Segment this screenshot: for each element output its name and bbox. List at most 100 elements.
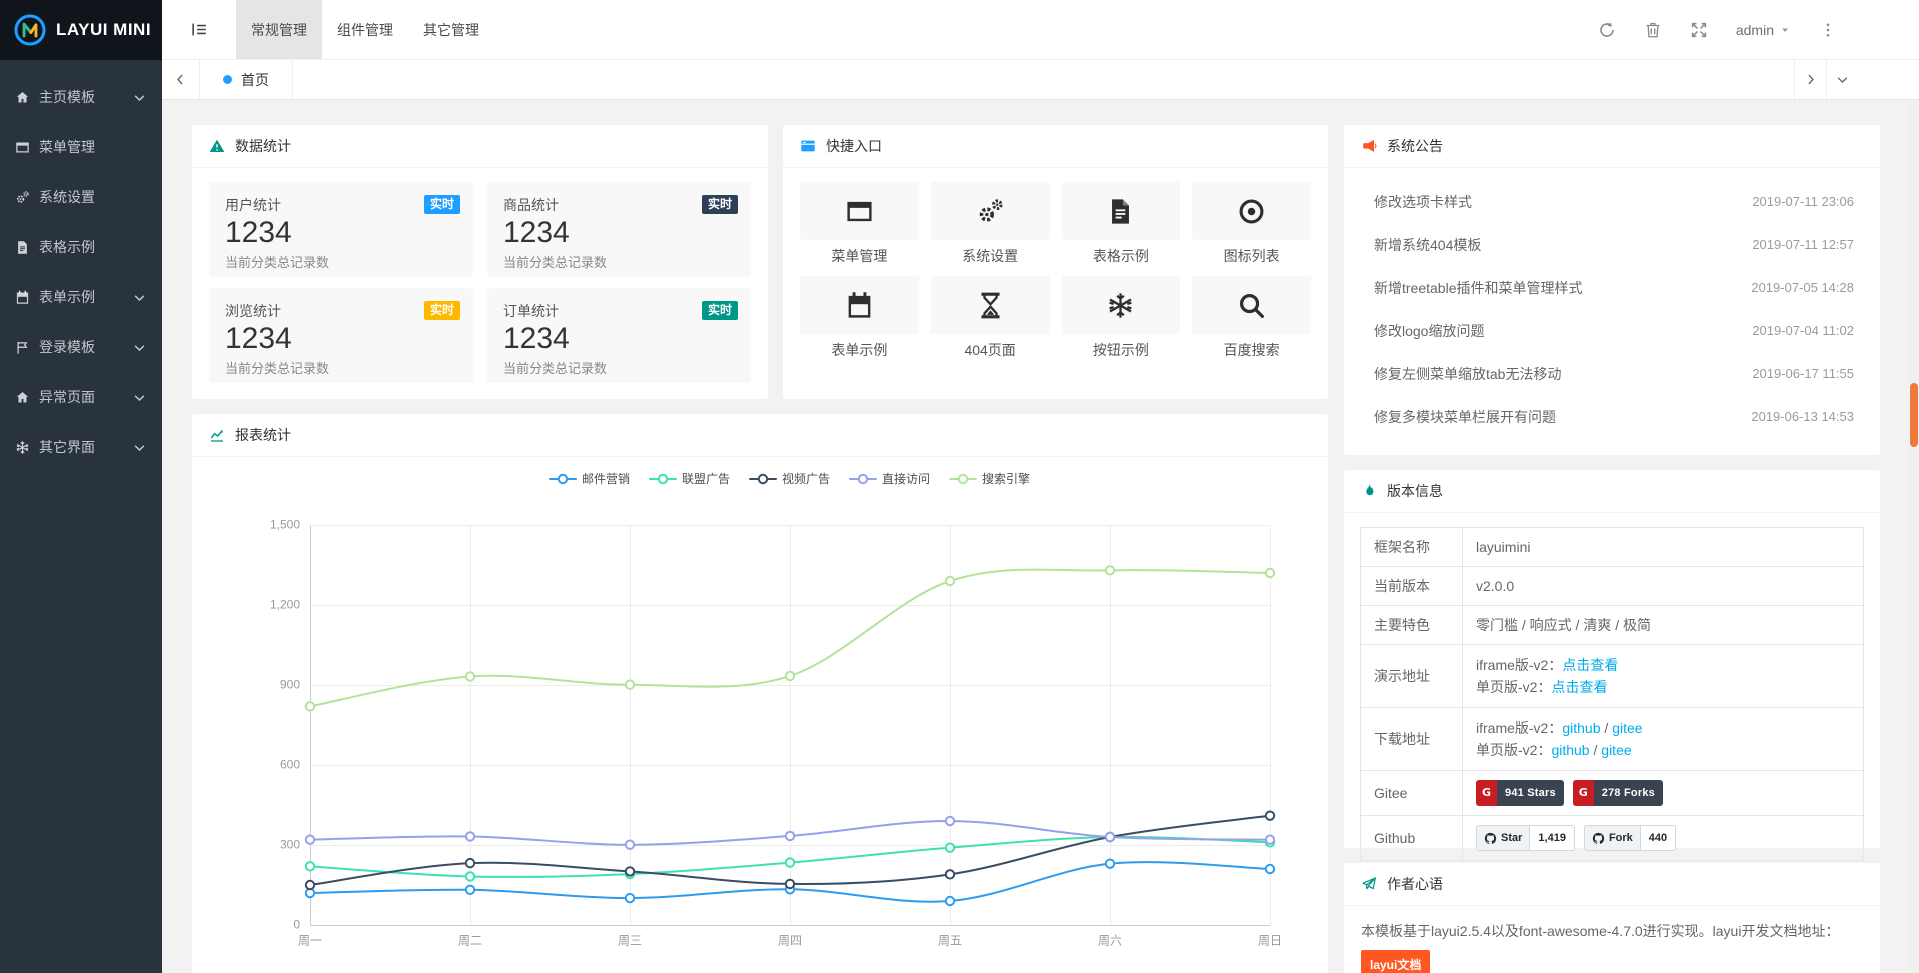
fullscreen-icon[interactable] <box>1690 21 1708 39</box>
quick-entry-menu-manage[interactable]: 菜单管理 <box>800 182 919 265</box>
sidebar-item-label: 表单示例 <box>39 287 95 307</box>
notice-item[interactable]: 修改logo缩放问题2019-07-04 11:02 <box>1374 309 1854 352</box>
version-row-value: layuimini <box>1463 528 1864 567</box>
logo[interactable]: LAYUI MINI <box>0 0 162 60</box>
data-statistics-card: 数据统计 用户统计1234当前分类总记录数实时商品统计1234当前分类总记录数实… <box>192 125 768 399</box>
version-row-value: v2.0.0 <box>1463 567 1864 606</box>
github-button-main: Star <box>1476 825 1530 851</box>
home-icon <box>15 90 30 105</box>
stat-box-users: 用户统计1234当前分类总记录数实时 <box>209 182 473 277</box>
tabs-scroll-left-button[interactable] <box>162 60 200 99</box>
quick-entry-form-demo[interactable]: 表单示例 <box>800 276 919 359</box>
author-words-header: 作者心语 <box>1344 863 1880 906</box>
version-link-github[interactable]: github <box>1562 720 1600 736</box>
notice-item[interactable]: 修改选项卡样式2019-07-11 23:06 <box>1374 180 1854 223</box>
sidebar-item-other-ui[interactable]: 其它界面 <box>0 422 162 472</box>
top-tab-general[interactable]: 常规管理 <box>236 0 322 59</box>
quick-entry-icon-box <box>1062 276 1181 334</box>
quick-entry-table-demo[interactable]: 表格示例 <box>1062 182 1181 265</box>
quick-entry-baidu-search[interactable]: 百度搜索 <box>1192 276 1311 359</box>
sidebar-item-form-demo[interactable]: 表单示例 <box>0 272 162 322</box>
quick-entry-icon-list[interactable]: 图标列表 <box>1192 182 1311 265</box>
layui-doc-badge[interactable]: layui文档 <box>1361 950 1430 973</box>
version-table: 框架名称layuimini当前版本v2.0.0主要特色零门槛 / 响应式 / 清… <box>1360 527 1864 861</box>
realtime-badge: 实时 <box>424 195 460 214</box>
quick-entry-page-404[interactable]: 404页面 <box>931 276 1050 359</box>
report-line-chart[interactable] <box>208 457 1312 972</box>
notice-item[interactable]: 新增系统404模板2019-07-11 12:57 <box>1374 223 1854 266</box>
chevron-down-icon <box>1835 72 1850 87</box>
stat-label: 用户统计 <box>225 195 457 215</box>
left-column: 数据统计 用户统计1234当前分类总记录数实时商品统计1234当前分类总记录数实… <box>192 125 1328 973</box>
notice-text: 修复左侧菜单缩放tab无法移动 <box>1374 364 1561 384</box>
right-column: 系统公告 修改选项卡样式2019-07-11 23:06新增系统404模板201… <box>1344 125 1880 973</box>
notice-time: 2019-07-04 11:02 <box>1752 323 1854 338</box>
version-row-label: 演示地址 <box>1361 645 1463 708</box>
version-row-gitee: GiteeG941 StarsG278 Forks <box>1361 771 1864 816</box>
version-link-gitee[interactable]: gitee <box>1612 720 1642 736</box>
tab-home[interactable]: 首页 <box>200 60 293 99</box>
gitee-badge-label: 278 Forks <box>1594 780 1663 806</box>
dot-circle-icon <box>1237 197 1266 226</box>
github-star-button[interactable]: Star1,419 <box>1476 825 1575 851</box>
quick-entry-title: 快捷入口 <box>826 136 882 156</box>
octocat-icon <box>1484 832 1497 845</box>
notice-item[interactable]: 修复多模块菜单栏展开有问题2019-06-13 14:53 <box>1374 395 1854 438</box>
notice-text: 新增系统404模板 <box>1374 235 1481 255</box>
version-row-current: 当前版本v2.0.0 <box>1361 567 1864 606</box>
version-row-label: Gitee <box>1361 771 1463 816</box>
top-tab-component[interactable]: 组件管理 <box>322 0 408 59</box>
report-chart-title: 报表统计 <box>235 425 291 445</box>
main-content: 数据统计 用户统计1234当前分类总记录数实时商品统计1234当前分类总记录数实… <box>162 100 1909 973</box>
quick-entry-label: 404页面 <box>931 342 1050 359</box>
notice-item[interactable]: 修复左侧菜单缩放tab无法移动 2019-06-17 11:55 <box>1374 352 1854 395</box>
report-chart-header: 报表统计 <box>192 414 1328 457</box>
stat-value: 1234 <box>225 322 457 356</box>
sidebar-item-error-page[interactable]: 异常页面 <box>0 372 162 422</box>
notice-item[interactable]: 新增treetable插件和菜单管理样式2019-07-05 14:28 <box>1374 266 1854 309</box>
username: admin <box>1736 22 1774 38</box>
sidebar-item-label: 登录模板 <box>39 337 95 357</box>
stat-label: 订单统计 <box>503 301 735 321</box>
clear-cache-icon[interactable] <box>1644 21 1662 39</box>
top-tab-other[interactable]: 其它管理 <box>408 0 494 59</box>
gitee-icon: G <box>1573 780 1594 806</box>
refresh-icon[interactable] <box>1598 21 1616 39</box>
sidebar-item-home-template[interactable]: 主页模板 <box>0 72 162 122</box>
realtime-badge: 实时 <box>702 195 738 214</box>
sidebar-item-menu-manage[interactable]: 菜单管理 <box>0 122 162 172</box>
stat-label: 商品统计 <box>503 195 735 215</box>
calendar-icon <box>845 291 874 320</box>
scrollbar-track[interactable] <box>1909 100 1919 973</box>
tabs-scroll-right-button[interactable] <box>1794 60 1826 99</box>
realtime-badge: 实时 <box>424 301 460 320</box>
menu-toggle-icon <box>190 20 209 39</box>
more-menu-icon[interactable] <box>1819 21 1837 39</box>
quick-entry-system-setting[interactable]: 系统设置 <box>931 182 1050 265</box>
version-link-github[interactable]: github <box>1551 742 1589 758</box>
gitee-badge-label: 941 Stars <box>1497 780 1564 806</box>
sidebar-item-login-template[interactable]: 登录模板 <box>0 322 162 372</box>
scrollbar-thumb[interactable] <box>1910 383 1918 447</box>
chevron-down-icon <box>132 390 147 405</box>
version-row-features: 主要特色零门槛 / 响应式 / 清爽 / 极简 <box>1361 606 1864 645</box>
version-line-prefix: 单页版-v2： <box>1476 679 1551 695</box>
snowflake-icon <box>15 440 30 455</box>
notice-time: 2019-06-17 11:55 <box>1752 366 1854 381</box>
sidebar-item-table-demo[interactable]: 表格示例 <box>0 222 162 272</box>
user-dropdown[interactable]: admin <box>1736 22 1791 38</box>
version-link-gitee[interactable]: gitee <box>1601 742 1631 758</box>
tabs-operations-button[interactable] <box>1826 60 1858 99</box>
github-fork-button[interactable]: Fork440 <box>1584 825 1676 851</box>
gitee-badge-941-stars[interactable]: G941 Stars <box>1476 780 1564 806</box>
tab-active-dot <box>223 75 232 84</box>
sidebar-item-system-setting[interactable]: 系统设置 <box>0 172 162 222</box>
quick-entry-button-demo[interactable]: 按钮示例 <box>1062 276 1181 359</box>
version-link-点击查看[interactable]: 点击查看 <box>1551 679 1607 695</box>
gears-icon <box>15 190 30 205</box>
version-link-点击查看[interactable]: 点击查看 <box>1562 657 1618 673</box>
gitee-badge-278-forks[interactable]: G278 Forks <box>1573 780 1663 806</box>
sidebar-toggle-button[interactable] <box>162 0 236 59</box>
snowflake-icon <box>1106 291 1135 320</box>
window-icon <box>845 197 874 226</box>
